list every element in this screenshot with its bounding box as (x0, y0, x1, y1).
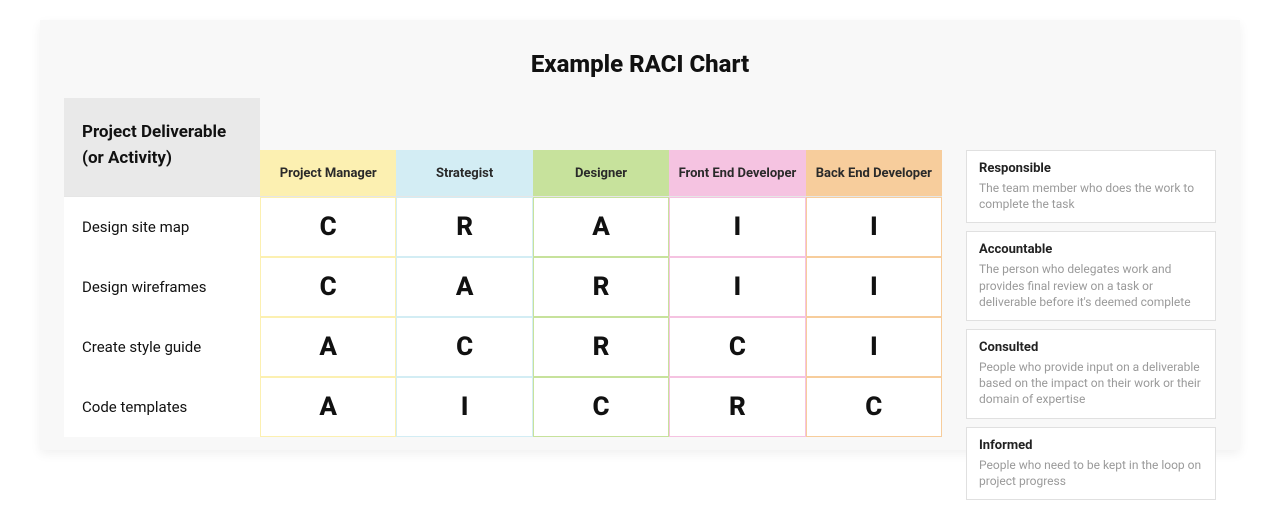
raci-cell: A (260, 317, 396, 377)
matrix-body: Design site map C R A I I Design wirefra… (64, 197, 942, 437)
legend-desc: People who need to be kept in the loop o… (979, 457, 1203, 489)
raci-cell: R (396, 197, 532, 257)
raci-cell: A (396, 257, 532, 317)
legend-card-responsible: Responsible The team member who does the… (966, 150, 1216, 223)
raci-cell: A (260, 377, 396, 437)
raci-cell: R (669, 377, 805, 437)
raci-cell: C (396, 317, 532, 377)
col-header-project-manager: Project Manager (260, 150, 396, 196)
row-dimension-label: Project Deliverable (or Activity) (64, 98, 260, 196)
raci-cell: I (669, 257, 805, 317)
chart-title: Example RACI Chart (64, 50, 1216, 78)
legend-card-informed: Informed People who need to be kept in t… (966, 427, 1216, 500)
legend-term: Consulted (979, 340, 1203, 355)
col-header-designer: Designer (533, 150, 669, 196)
raci-cell: I (806, 317, 942, 377)
legend-desc: The person who delegates work and provid… (979, 261, 1203, 310)
raci-cell: R (533, 257, 669, 317)
raci-cell: I (806, 257, 942, 317)
legend-term: Accountable (979, 242, 1203, 257)
raci-cell: I (806, 197, 942, 257)
raci-cell: A (533, 197, 669, 257)
col-header-front-end-developer: Front End Developer (669, 150, 805, 196)
legend-term: Responsible (979, 161, 1203, 176)
column-headers: Project Manager Strategist Designer Fron… (260, 98, 942, 196)
legend-term: Informed (979, 438, 1203, 453)
legend-card-consulted: Consulted People who provide input on a … (966, 329, 1216, 419)
legend-desc: People who provide input on a deliverabl… (979, 359, 1203, 408)
row-label: Design site map (64, 197, 260, 257)
raci-legend: Responsible The team member who does the… (966, 98, 1216, 500)
raci-cell: I (669, 197, 805, 257)
row-label: Create style guide (64, 317, 260, 377)
raci-cell: I (396, 377, 532, 437)
raci-cell: C (806, 377, 942, 437)
table-row: Design wireframes C A R I I (64, 257, 942, 317)
table-row: Design site map C R A I I (64, 197, 942, 257)
raci-matrix: Project Deliverable (or Activity) Projec… (64, 98, 942, 500)
raci-chart-panel: Example RACI Chart Project Deliverable (… (40, 20, 1240, 450)
raci-cell: C (533, 377, 669, 437)
raci-cell: R (533, 317, 669, 377)
raci-cell: C (260, 257, 396, 317)
raci-cell: C (260, 197, 396, 257)
row-label: Design wireframes (64, 257, 260, 317)
matrix-header-row: Project Deliverable (or Activity) Projec… (64, 98, 942, 197)
col-header-back-end-developer: Back End Developer (806, 150, 942, 196)
table-row: Create style guide A C R C I (64, 317, 942, 377)
col-header-strategist: Strategist (396, 150, 532, 196)
chart-content: Project Deliverable (or Activity) Projec… (64, 98, 1216, 500)
row-label: Code templates (64, 377, 260, 437)
legend-desc: The team member who does the work to com… (979, 180, 1203, 212)
raci-cell: C (669, 317, 805, 377)
table-row: Code templates A I C R C (64, 377, 942, 437)
legend-card-accountable: Accountable The person who delegates wor… (966, 231, 1216, 321)
